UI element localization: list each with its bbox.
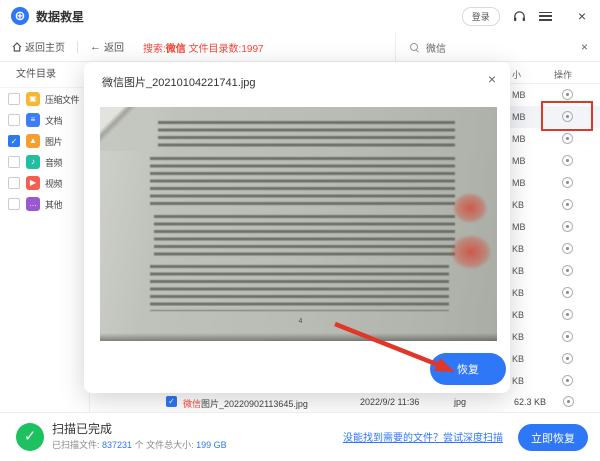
documents-checkbox[interactable] — [8, 114, 20, 126]
back-home-button[interactable]: 返回主页 — [12, 39, 65, 54]
images-checkbox[interactable]: ✓ — [8, 135, 20, 147]
file-size: 62.3 KB — [514, 397, 546, 407]
red-stamp — [451, 235, 491, 269]
preview-modal: 微信图片_20210104221741.jpg × 4 恢复 — [84, 62, 510, 393]
video-checkbox[interactable] — [8, 177, 20, 189]
table-row[interactable]: KB — [510, 282, 600, 304]
sidebar-item-other[interactable]: … 其他 — [0, 194, 89, 214]
preview-eye-icon[interactable] — [562, 199, 573, 210]
red-stamp — [453, 193, 487, 223]
login-button[interactable]: 登录 — [462, 7, 500, 26]
sidebar-item-archive[interactable]: ▣ 压缩文件 — [0, 89, 89, 109]
row-checkbox[interactable]: ✓ — [166, 396, 177, 407]
sidebar-header: 文件目录 — [0, 62, 89, 88]
headset-support-icon[interactable] — [513, 10, 526, 23]
column-header-operation: 操作 — [554, 68, 572, 81]
back-arrow-icon: ← — [90, 41, 101, 53]
preview-eye-icon[interactable] — [562, 89, 573, 100]
window-close-icon[interactable]: × — [578, 9, 586, 23]
deep-scan-link[interactable]: 没能找到需要的文件？尝试深度扫描 — [343, 429, 503, 444]
table-row[interactable]: MB — [510, 216, 600, 238]
menu-icon[interactable] — [539, 12, 552, 21]
image-icon: ▲ — [26, 134, 40, 148]
preview-eye-icon[interactable] — [562, 243, 573, 254]
table-row-visible[interactable]: ✓ 微信图片_20220902113645.jpg 2022/9/2 11:36… — [90, 394, 600, 412]
audio-icon: ♪ — [26, 155, 40, 169]
preview-eye-icon[interactable] — [562, 331, 573, 342]
table-row[interactable]: KB — [510, 260, 600, 282]
preview-eye-icon[interactable] — [562, 375, 573, 386]
recover-button[interactable]: 恢复 — [430, 353, 506, 385]
app-logo-icon: ⊕ — [11, 7, 29, 25]
preview-eye-icon[interactable] — [562, 265, 573, 276]
preview-photo: 4 — [100, 107, 497, 341]
table-row[interactable]: KB — [510, 326, 600, 348]
sidebar-item-video[interactable]: ▶ 视频 — [0, 173, 89, 193]
table-row[interactable]: KB — [510, 304, 600, 326]
preview-eye-icon[interactable] — [562, 177, 573, 188]
scan-summary: 已扫描文件: 837231 个 文件总大小: 199 GB — [52, 438, 227, 451]
search-result-status: 搜索:微信 文件目录数:1997 — [143, 40, 264, 55]
table-row[interactable]: MB — [510, 150, 600, 172]
video-icon: ▶ — [26, 176, 40, 190]
preview-eye-icon[interactable] — [562, 133, 573, 144]
table-row[interactable]: KB — [510, 348, 600, 370]
preview-eye-icon[interactable] — [562, 155, 573, 166]
app-title: 数据救星 — [36, 8, 84, 25]
toolbar-divider — [77, 41, 78, 53]
preview-eye-icon[interactable] — [562, 111, 573, 122]
archive-icon: ▣ — [26, 92, 40, 106]
table-row[interactable]: KB — [510, 194, 600, 216]
audio-checkbox[interactable] — [8, 156, 20, 168]
table-row[interactable]: MB — [510, 84, 600, 106]
table-row[interactable]: MB — [510, 172, 600, 194]
modal-close-icon[interactable]: × — [488, 71, 496, 87]
toolbar: 返回主页 ← 返回 搜索:微信 文件目录数:1997 微信 × — [0, 32, 600, 62]
table-row-highlighted[interactable]: MB — [510, 106, 600, 128]
search-box[interactable]: 微信 × — [395, 32, 600, 62]
back-button[interactable]: ← 返回 — [90, 39, 124, 54]
scan-complete-check-icon: ✓ — [16, 423, 44, 451]
status-bar: ✓ 扫描已完成 已扫描文件: 837231 个 文件总大小: 199 GB 没能… — [0, 412, 600, 461]
preview-eye-icon[interactable] — [562, 287, 573, 298]
preview-eye-icon[interactable] — [563, 396, 574, 407]
recover-now-button[interactable]: 立即恢复 — [518, 424, 588, 451]
modal-title: 微信图片_20210104221741.jpg — [102, 74, 256, 90]
sidebar-item-images[interactable]: ✓ ▲ 图片 — [0, 131, 89, 151]
file-type: jpg — [454, 397, 466, 407]
table-row[interactable]: MB — [510, 128, 600, 150]
sidebar-file-directory: 文件目录 ▣ 压缩文件 ≡ 文档 ✓ ▲ 图片 ♪ 音频 ▶ 视频 … — [0, 62, 90, 412]
other-checkbox[interactable] — [8, 198, 20, 210]
search-clear-icon[interactable]: × — [581, 40, 588, 54]
table-row[interactable]: KB — [510, 238, 600, 260]
home-icon — [12, 42, 22, 52]
preview-eye-icon[interactable] — [562, 309, 573, 320]
search-icon — [410, 43, 419, 52]
preview-eye-icon[interactable] — [562, 221, 573, 232]
sidebar-item-documents[interactable]: ≡ 文档 — [0, 110, 89, 130]
scan-complete-title: 扫描已完成 — [52, 420, 112, 437]
sidebar-item-audio[interactable]: ♪ 音频 — [0, 152, 89, 172]
app-window: ⊕ 数据救星 登录 × 返回主页 ← 返回 搜索:微信 文件目录数:1997 微… — [0, 0, 600, 461]
photo-page-number: 4 — [299, 318, 303, 325]
preview-eye-icon[interactable] — [562, 353, 573, 364]
title-bar: ⊕ 数据救星 登录 × — [0, 0, 600, 32]
scanned-count: 837231 — [102, 440, 132, 450]
photo-page-corner — [100, 107, 156, 151]
total-size: 199 GB — [196, 440, 227, 450]
other-icon: … — [26, 197, 40, 211]
file-date: 2022/9/2 11:36 — [360, 397, 419, 407]
document-icon: ≡ — [26, 113, 40, 127]
archive-checkbox[interactable] — [8, 93, 20, 105]
table-row[interactable]: KB — [510, 370, 600, 392]
column-header-size: 小 — [512, 68, 521, 81]
file-name: 微信图片_20220902113645.jpg — [183, 397, 308, 410]
search-input[interactable]: 微信 — [426, 40, 581, 55]
